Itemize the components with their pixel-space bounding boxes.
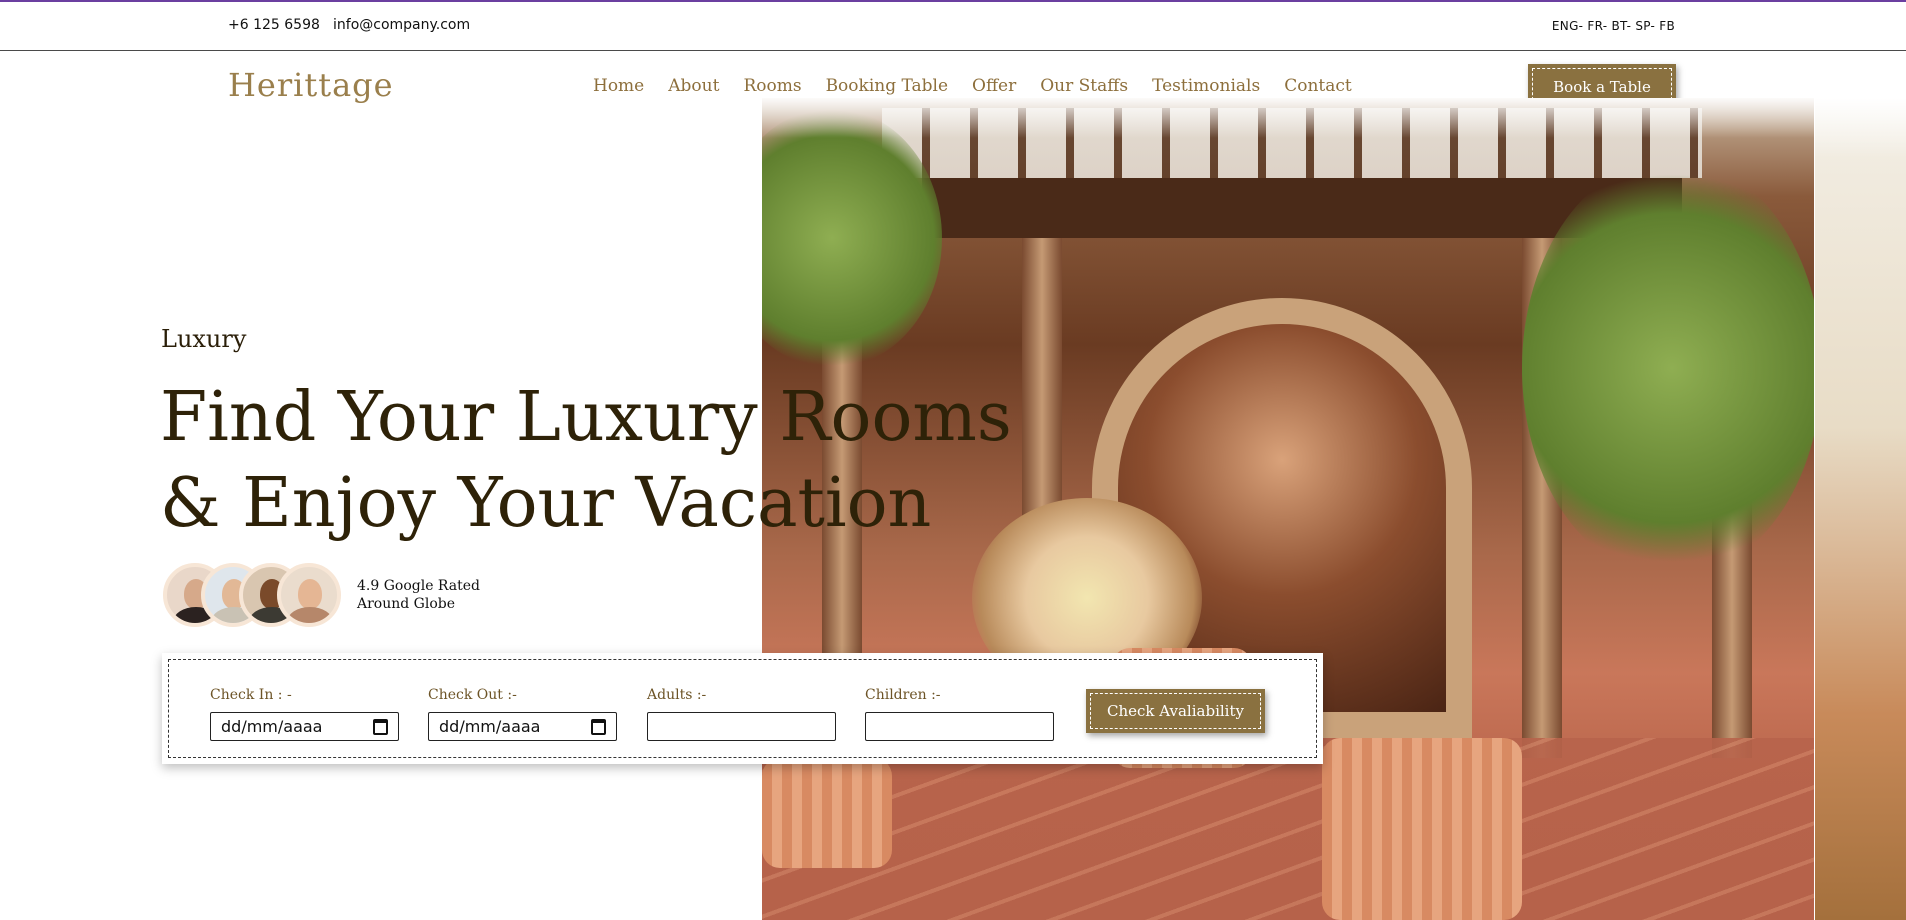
rating-line-1: 4.9 Google Rated bbox=[357, 578, 481, 594]
headline-line-1: Find Your Luxury Rooms bbox=[160, 378, 1012, 457]
email-address[interactable]: info@company.com bbox=[333, 17, 470, 33]
top-bar: +6 125 6598 info@company.com ENG- FR- BT… bbox=[0, 0, 1906, 51]
children-label: Children :- bbox=[865, 687, 941, 703]
adults-label: Adults :- bbox=[647, 687, 707, 703]
check-in-field: Check In : - dd/mm/aaaa bbox=[210, 687, 399, 741]
calendar-icon[interactable] bbox=[591, 718, 606, 735]
check-availability-label: Check Avaliability bbox=[1090, 693, 1261, 729]
adults-field: Adults :- bbox=[647, 687, 836, 741]
children-field: Children :- bbox=[865, 687, 1054, 741]
hero-headline: Find Your Luxury Rooms & Enjoy Your Vaca… bbox=[160, 375, 1012, 547]
nav-about[interactable]: About bbox=[668, 76, 719, 96]
children-input[interactable] bbox=[865, 712, 1054, 741]
check-in-value: dd/mm/aaaa bbox=[221, 717, 323, 736]
main-nav: Home About Rooms Booking Table Offer Our… bbox=[593, 76, 1376, 96]
check-in-input[interactable]: dd/mm/aaaa bbox=[210, 712, 399, 741]
google-rating: 4.9 Google Rated Around Globe bbox=[357, 577, 480, 613]
rating-line-2: Around Globe bbox=[357, 596, 456, 612]
nav-testimonials[interactable]: Testimonials bbox=[1152, 76, 1260, 96]
headline-line-2: & Enjoy Your Vacation bbox=[160, 464, 932, 543]
nav-home[interactable]: Home bbox=[593, 76, 644, 96]
nav-rooms[interactable]: Rooms bbox=[743, 76, 801, 96]
check-in-label: Check In : - bbox=[210, 687, 292, 703]
side-image-fade bbox=[1815, 98, 1906, 158]
image-top-fade bbox=[762, 98, 1814, 138]
phone-number[interactable]: +6 125 6598 bbox=[228, 17, 320, 33]
adults-input[interactable] bbox=[647, 712, 836, 741]
check-out-label: Check Out :- bbox=[428, 687, 517, 703]
site-logo[interactable]: Herittage bbox=[228, 66, 394, 104]
form-border: Check In : - dd/mm/aaaa Check Out :- dd/… bbox=[168, 659, 1317, 758]
nav-our-staffs[interactable]: Our Staffs bbox=[1040, 76, 1128, 96]
check-out-field: Check Out :- dd/mm/aaaa bbox=[428, 687, 617, 741]
avatar bbox=[277, 563, 341, 627]
hero-subtitle: Luxury bbox=[161, 325, 247, 353]
nav-booking-table[interactable]: Booking Table bbox=[826, 76, 948, 96]
lobby-floor bbox=[762, 738, 1814, 920]
check-availability-button[interactable]: Check Avaliability bbox=[1086, 689, 1265, 733]
language-selector[interactable]: ENG- FR- BT- SP- FB bbox=[1552, 19, 1675, 33]
calendar-icon[interactable] bbox=[373, 718, 388, 735]
plant-right bbox=[1522, 158, 1814, 578]
check-out-value: dd/mm/aaaa bbox=[439, 717, 541, 736]
armchair bbox=[1322, 738, 1522, 920]
availability-form: Check In : - dd/mm/aaaa Check Out :- dd/… bbox=[162, 653, 1323, 764]
nav-contact[interactable]: Contact bbox=[1284, 76, 1352, 96]
check-out-input[interactable]: dd/mm/aaaa bbox=[428, 712, 617, 741]
armchair bbox=[762, 758, 892, 868]
nav-offer[interactable]: Offer bbox=[972, 76, 1016, 96]
hero-side-image bbox=[1815, 98, 1906, 920]
